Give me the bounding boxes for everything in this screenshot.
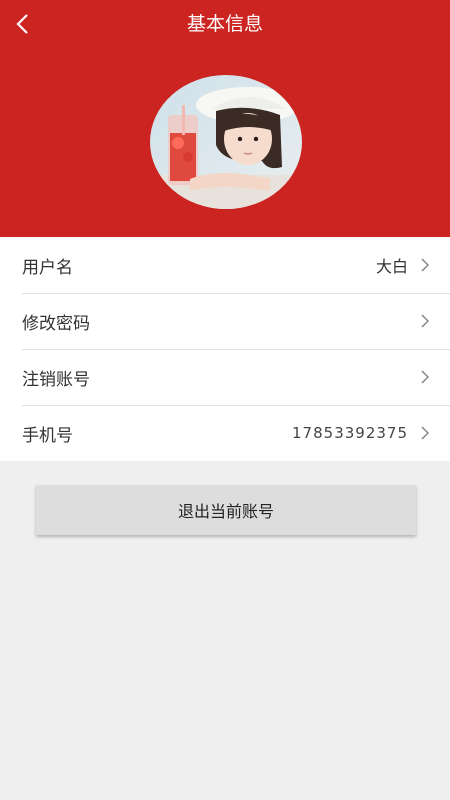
info-list: 用户名 大白 修改密码 注销账号 手机号 17853392375 [0, 237, 450, 461]
chevron-left-icon [16, 14, 28, 34]
chevron-right-icon [418, 256, 432, 274]
phone-label: 手机号 [22, 425, 73, 446]
chevron-right-icon [418, 368, 432, 386]
cancel-account-row[interactable]: 注销账号 [0, 349, 450, 405]
phone-row[interactable]: 手机号 17853392375 [0, 405, 450, 461]
screen: 基本信息 用户名 大白 修改密码 注销账号 手机号 17853392375 退出… [0, 0, 450, 800]
cancel-account-label: 注销账号 [22, 369, 90, 390]
logout-button[interactable]: 退出当前账号 [36, 485, 416, 535]
phone-value: 17853392375 [292, 424, 408, 442]
header: 基本信息 [0, 0, 450, 237]
change-password-row[interactable]: 修改密码 [0, 293, 450, 349]
avatar-image [150, 75, 302, 209]
chevron-right-icon [418, 424, 432, 442]
chevron-right-icon [418, 312, 432, 330]
username-label: 用户名 [22, 257, 73, 278]
change-password-label: 修改密码 [22, 313, 90, 334]
back-button[interactable] [6, 6, 40, 42]
avatar[interactable] [150, 75, 302, 209]
username-value: 大白 [375, 257, 408, 276]
page-title: 基本信息 [186, 13, 263, 35]
username-row[interactable]: 用户名 大白 [0, 237, 450, 293]
